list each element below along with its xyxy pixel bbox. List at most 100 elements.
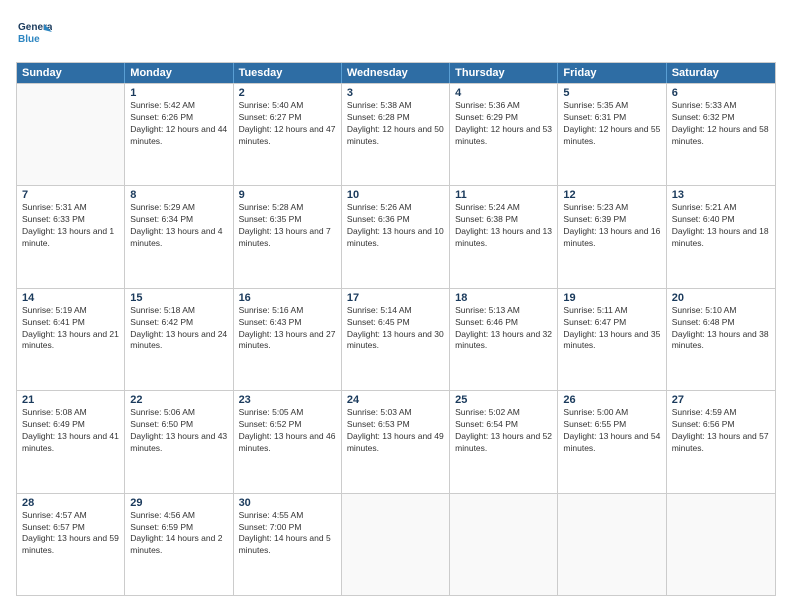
day-header-sunday: Sunday xyxy=(17,63,125,83)
day-info: Sunrise: 5:36 AMSunset: 6:29 PMDaylight:… xyxy=(455,100,552,148)
day-number: 18 xyxy=(455,292,552,304)
day-header-saturday: Saturday xyxy=(667,63,775,83)
day-header-monday: Monday xyxy=(125,63,233,83)
header: General Blue xyxy=(16,16,776,52)
day-number: 29 xyxy=(130,497,227,509)
day-header-tuesday: Tuesday xyxy=(234,63,342,83)
day-info: Sunrise: 5:21 AMSunset: 6:40 PMDaylight:… xyxy=(672,202,770,250)
day-cell-20: 20Sunrise: 5:10 AMSunset: 6:48 PMDayligh… xyxy=(667,289,775,390)
day-info: Sunrise: 5:24 AMSunset: 6:38 PMDaylight:… xyxy=(455,202,552,250)
day-number: 16 xyxy=(239,292,336,304)
calendar-week-1: 7Sunrise: 5:31 AMSunset: 6:33 PMDaylight… xyxy=(17,185,775,287)
day-cell-12: 12Sunrise: 5:23 AMSunset: 6:39 PMDayligh… xyxy=(558,186,666,287)
day-info: Sunrise: 5:11 AMSunset: 6:47 PMDaylight:… xyxy=(563,305,660,353)
day-number: 14 xyxy=(22,292,119,304)
day-number: 4 xyxy=(455,87,552,99)
day-number: 10 xyxy=(347,189,444,201)
page: General Blue SundayMondayTuesdayWednesda… xyxy=(0,0,792,612)
day-header-wednesday: Wednesday xyxy=(342,63,450,83)
day-number: 7 xyxy=(22,189,119,201)
day-cell-28: 28Sunrise: 4:57 AMSunset: 6:57 PMDayligh… xyxy=(17,494,125,595)
day-cell-7: 7Sunrise: 5:31 AMSunset: 6:33 PMDaylight… xyxy=(17,186,125,287)
empty-cell xyxy=(558,494,666,595)
day-cell-8: 8Sunrise: 5:29 AMSunset: 6:34 PMDaylight… xyxy=(125,186,233,287)
day-number: 26 xyxy=(563,394,660,406)
day-number: 28 xyxy=(22,497,119,509)
day-number: 11 xyxy=(455,189,552,201)
day-number: 3 xyxy=(347,87,444,99)
day-cell-13: 13Sunrise: 5:21 AMSunset: 6:40 PMDayligh… xyxy=(667,186,775,287)
day-cell-30: 30Sunrise: 4:55 AMSunset: 7:00 PMDayligh… xyxy=(234,494,342,595)
day-cell-4: 4Sunrise: 5:36 AMSunset: 6:29 PMDaylight… xyxy=(450,84,558,185)
calendar-week-2: 14Sunrise: 5:19 AMSunset: 6:41 PMDayligh… xyxy=(17,288,775,390)
day-info: Sunrise: 5:10 AMSunset: 6:48 PMDaylight:… xyxy=(672,305,770,353)
calendar-week-4: 28Sunrise: 4:57 AMSunset: 6:57 PMDayligh… xyxy=(17,493,775,595)
day-info: Sunrise: 5:35 AMSunset: 6:31 PMDaylight:… xyxy=(563,100,660,148)
day-info: Sunrise: 5:03 AMSunset: 6:53 PMDaylight:… xyxy=(347,407,444,455)
day-cell-24: 24Sunrise: 5:03 AMSunset: 6:53 PMDayligh… xyxy=(342,391,450,492)
day-info: Sunrise: 4:59 AMSunset: 6:56 PMDaylight:… xyxy=(672,407,770,455)
day-info: Sunrise: 5:19 AMSunset: 6:41 PMDaylight:… xyxy=(22,305,119,353)
day-cell-10: 10Sunrise: 5:26 AMSunset: 6:36 PMDayligh… xyxy=(342,186,450,287)
day-info: Sunrise: 5:06 AMSunset: 6:50 PMDaylight:… xyxy=(130,407,227,455)
day-info: Sunrise: 5:00 AMSunset: 6:55 PMDaylight:… xyxy=(563,407,660,455)
calendar-header: SundayMondayTuesdayWednesdayThursdayFrid… xyxy=(17,63,775,83)
day-cell-11: 11Sunrise: 5:24 AMSunset: 6:38 PMDayligh… xyxy=(450,186,558,287)
day-info: Sunrise: 5:26 AMSunset: 6:36 PMDaylight:… xyxy=(347,202,444,250)
empty-cell xyxy=(450,494,558,595)
day-header-friday: Friday xyxy=(558,63,666,83)
day-info: Sunrise: 5:29 AMSunset: 6:34 PMDaylight:… xyxy=(130,202,227,250)
day-info: Sunrise: 5:42 AMSunset: 6:26 PMDaylight:… xyxy=(130,100,227,148)
day-info: Sunrise: 5:23 AMSunset: 6:39 PMDaylight:… xyxy=(563,202,660,250)
day-info: Sunrise: 4:57 AMSunset: 6:57 PMDaylight:… xyxy=(22,510,119,558)
day-header-thursday: Thursday xyxy=(450,63,558,83)
day-cell-29: 29Sunrise: 4:56 AMSunset: 6:59 PMDayligh… xyxy=(125,494,233,595)
day-cell-26: 26Sunrise: 5:00 AMSunset: 6:55 PMDayligh… xyxy=(558,391,666,492)
logo-icon: General Blue xyxy=(16,16,52,52)
day-number: 12 xyxy=(563,189,660,201)
day-info: Sunrise: 5:14 AMSunset: 6:45 PMDaylight:… xyxy=(347,305,444,353)
day-cell-21: 21Sunrise: 5:08 AMSunset: 6:49 PMDayligh… xyxy=(17,391,125,492)
empty-cell xyxy=(17,84,125,185)
day-cell-2: 2Sunrise: 5:40 AMSunset: 6:27 PMDaylight… xyxy=(234,84,342,185)
day-cell-25: 25Sunrise: 5:02 AMSunset: 6:54 PMDayligh… xyxy=(450,391,558,492)
day-cell-9: 9Sunrise: 5:28 AMSunset: 6:35 PMDaylight… xyxy=(234,186,342,287)
day-cell-18: 18Sunrise: 5:13 AMSunset: 6:46 PMDayligh… xyxy=(450,289,558,390)
day-number: 8 xyxy=(130,189,227,201)
day-number: 22 xyxy=(130,394,227,406)
day-number: 9 xyxy=(239,189,336,201)
day-cell-1: 1Sunrise: 5:42 AMSunset: 6:26 PMDaylight… xyxy=(125,84,233,185)
day-number: 20 xyxy=(672,292,770,304)
day-info: Sunrise: 5:05 AMSunset: 6:52 PMDaylight:… xyxy=(239,407,336,455)
day-cell-19: 19Sunrise: 5:11 AMSunset: 6:47 PMDayligh… xyxy=(558,289,666,390)
day-info: Sunrise: 5:40 AMSunset: 6:27 PMDaylight:… xyxy=(239,100,336,148)
day-cell-27: 27Sunrise: 4:59 AMSunset: 6:56 PMDayligh… xyxy=(667,391,775,492)
day-cell-6: 6Sunrise: 5:33 AMSunset: 6:32 PMDaylight… xyxy=(667,84,775,185)
day-number: 5 xyxy=(563,87,660,99)
day-info: Sunrise: 4:56 AMSunset: 6:59 PMDaylight:… xyxy=(130,510,227,558)
day-cell-22: 22Sunrise: 5:06 AMSunset: 6:50 PMDayligh… xyxy=(125,391,233,492)
day-number: 13 xyxy=(672,189,770,201)
calendar-body: 1Sunrise: 5:42 AMSunset: 6:26 PMDaylight… xyxy=(17,83,775,595)
day-cell-16: 16Sunrise: 5:16 AMSunset: 6:43 PMDayligh… xyxy=(234,289,342,390)
day-number: 2 xyxy=(239,87,336,99)
logo: General Blue xyxy=(16,16,52,52)
day-cell-5: 5Sunrise: 5:35 AMSunset: 6:31 PMDaylight… xyxy=(558,84,666,185)
day-info: Sunrise: 5:33 AMSunset: 6:32 PMDaylight:… xyxy=(672,100,770,148)
day-number: 1 xyxy=(130,87,227,99)
day-number: 24 xyxy=(347,394,444,406)
day-info: Sunrise: 5:02 AMSunset: 6:54 PMDaylight:… xyxy=(455,407,552,455)
day-number: 27 xyxy=(672,394,770,406)
day-number: 19 xyxy=(563,292,660,304)
calendar-week-0: 1Sunrise: 5:42 AMSunset: 6:26 PMDaylight… xyxy=(17,83,775,185)
empty-cell xyxy=(667,494,775,595)
day-info: Sunrise: 5:28 AMSunset: 6:35 PMDaylight:… xyxy=(239,202,336,250)
day-number: 17 xyxy=(347,292,444,304)
day-info: Sunrise: 5:31 AMSunset: 6:33 PMDaylight:… xyxy=(22,202,119,250)
day-cell-3: 3Sunrise: 5:38 AMSunset: 6:28 PMDaylight… xyxy=(342,84,450,185)
calendar: SundayMondayTuesdayWednesdayThursdayFrid… xyxy=(16,62,776,596)
day-number: 6 xyxy=(672,87,770,99)
calendar-week-3: 21Sunrise: 5:08 AMSunset: 6:49 PMDayligh… xyxy=(17,390,775,492)
day-cell-17: 17Sunrise: 5:14 AMSunset: 6:45 PMDayligh… xyxy=(342,289,450,390)
day-cell-14: 14Sunrise: 5:19 AMSunset: 6:41 PMDayligh… xyxy=(17,289,125,390)
